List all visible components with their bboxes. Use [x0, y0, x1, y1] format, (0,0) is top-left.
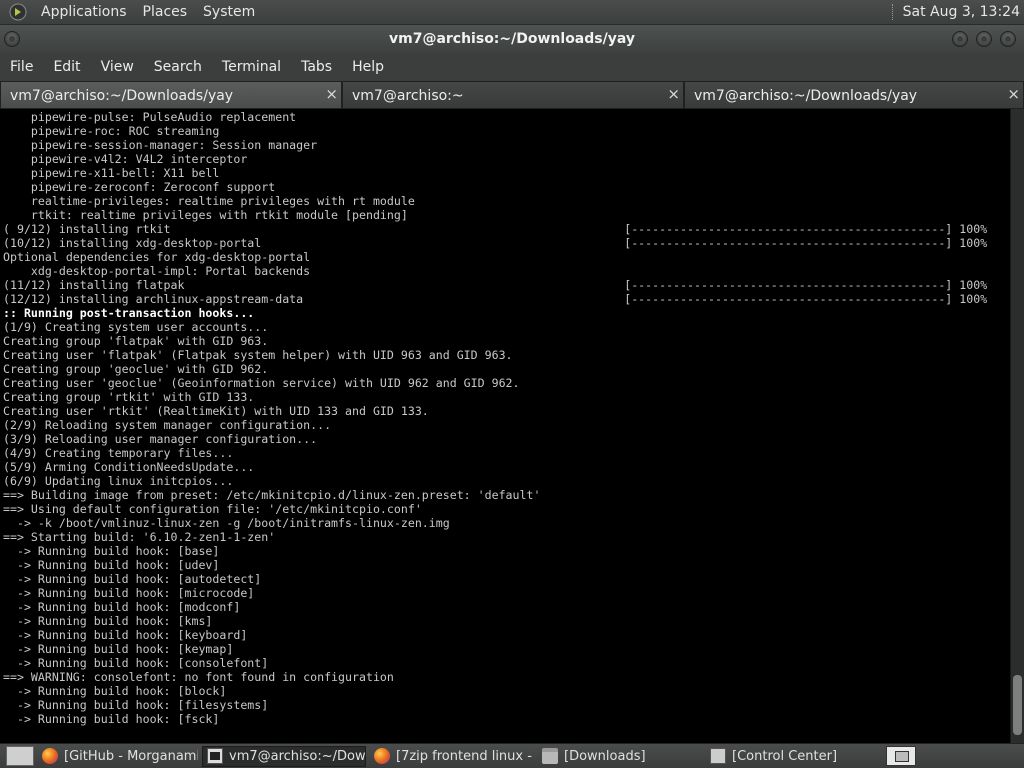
terminal-line: (2/9) Reloading system manager configura… [3, 418, 332, 432]
terminal-line: :: Running post-transaction hooks... [3, 306, 255, 320]
terminal-line: pipewire-zeroconf: Zeroconf support [3, 180, 276, 194]
terminal-line: (5/9) Arming ConditionNeedsUpdate... [3, 460, 255, 474]
terminal-line: (12/12) installing archlinux-appstream-d… [3, 292, 988, 306]
terminal-line: pipewire-x11-bell: X11 bell [3, 166, 220, 180]
terminal-line: -> Running build hook: [base] [3, 544, 220, 558]
window-titlebar[interactable]: vm7@archiso:~/Downloads/yay [0, 25, 1024, 53]
menu-file[interactable]: File [0, 59, 43, 75]
terminal-line: realtime-privileges: realtime privileges… [3, 194, 415, 208]
task-control-center[interactable]: [Control Center] [706, 746, 882, 767]
terminal-line: ==> Using default configuration file: '/… [3, 502, 422, 516]
terminal-icon [207, 748, 223, 764]
terminal-line: -> Running build hook: [keyboard] [3, 628, 248, 642]
tab-home[interactable]: vm7@archiso:~ × [342, 81, 684, 109]
minimize-button[interactable] [952, 31, 968, 47]
panel-separator [891, 4, 895, 20]
menu-terminal[interactable]: Terminal [212, 59, 291, 75]
terminal-line: Creating group 'flatpak' with GID 963. [3, 334, 269, 348]
task-downloads-folder[interactable]: [Downloads] [538, 746, 702, 767]
tab-close-icon[interactable]: × [325, 85, 338, 103]
terminal-line: -> Running build hook: [microcode] [3, 586, 255, 600]
gnome-foot-icon[interactable] [9, 3, 27, 21]
task-label: [Control Center] [732, 748, 838, 764]
task-label: [Downloads] [564, 748, 646, 764]
tab-downloads-yay-2[interactable]: vm7@archiso:~/Downloads/yay × [684, 81, 1024, 109]
show-desktop-icon[interactable] [6, 746, 34, 766]
terminal-scrollbar[interactable] [1010, 109, 1024, 743]
firefox-icon [42, 748, 58, 764]
terminal-line: Optional dependencies for xdg-desktop-po… [3, 250, 311, 264]
terminal-line: -> Running build hook: [udev] [3, 558, 220, 572]
menu-help[interactable]: Help [342, 59, 394, 75]
terminal-line: (4/9) Creating temporary files... [3, 446, 234, 460]
terminal-line: pipewire-v4l2: V4L2 interceptor [3, 152, 248, 166]
terminal-line: -> Running build hook: [filesystems] [3, 698, 269, 712]
terminal-line: ==> Building image from preset: /etc/mki… [3, 488, 541, 502]
window-title: vm7@archiso:~/Downloads/yay [388, 31, 635, 47]
task-label: [7zip frontend linux - ... [396, 748, 534, 764]
maximize-button[interactable] [976, 31, 992, 47]
system-menu[interactable]: System [195, 4, 263, 20]
task-terminal[interactable]: vm7@archiso:~/Dow... [202, 745, 366, 767]
terminal-line: rtkit: realtime privileges with rtkit mo… [3, 208, 408, 222]
terminal-line: (6/9) Updating linux initcpios... [3, 474, 234, 488]
tab-label: vm7@archiso:~/Downloads/yay [694, 88, 918, 104]
terminal-line: (1/9) Creating system user accounts... [3, 320, 269, 334]
terminal-line: -> Running build hook: [consolefont] [3, 656, 269, 670]
terminal-line: -> Running build hook: [keymap] [3, 642, 234, 656]
terminal-menubar: File Edit View Search Terminal Tabs Help [0, 53, 1024, 81]
menu-tabs[interactable]: Tabs [291, 59, 342, 75]
terminal-line: (3/9) Reloading user manager configurati… [3, 432, 318, 446]
tab-close-icon[interactable]: × [667, 85, 680, 103]
workspace-switcher-icon[interactable] [886, 746, 916, 766]
tab-label: vm7@archiso:~/Downloads/yay [10, 88, 234, 104]
control-center-icon [710, 748, 726, 764]
terminal-line: Creating group 'rtkit' with GID 133. [3, 390, 255, 404]
terminal-line: -> Running build hook: [block] [3, 684, 227, 698]
terminal-line: ==> WARNING: consolefont: no font found … [3, 670, 394, 684]
terminal-line: -> Running build hook: [autodetect] [3, 572, 262, 586]
terminal-line: xdg-desktop-portal-impl: Portal backends [3, 264, 311, 278]
terminal-line: pipewire-pulse: PulseAudio replacement [3, 110, 297, 124]
terminal-line: Creating user 'geoclue' (Geoinformation … [3, 376, 520, 390]
terminal-line: -> Running build hook: [kms] [3, 614, 213, 628]
menu-view[interactable]: View [91, 59, 144, 75]
terminal-line: Creating user 'rtkit' (RealtimeKit) with… [3, 404, 429, 418]
applications-menu[interactable]: Applications [33, 4, 135, 20]
terminal-output[interactable]: pipewire-pulse: PulseAudio replacement p… [0, 109, 1010, 743]
tab-close-icon[interactable]: × [1007, 85, 1020, 103]
menu-edit[interactable]: Edit [43, 59, 90, 75]
terminal-line: (10/12) installing xdg-desktop-portal [-… [3, 236, 988, 250]
terminal-text: pipewire-pulse: PulseAudio replacement p… [0, 109, 1010, 726]
terminal-line: pipewire-session-manager: Session manage… [3, 138, 318, 152]
task-firefox-github[interactable]: [GitHub - Morganamil... [38, 746, 198, 767]
folder-icon [542, 748, 558, 764]
terminal-line: ( 9/12) installing rtkit [--------------… [3, 222, 988, 236]
task-label: [GitHub - Morganamil... [64, 748, 198, 764]
terminal-line: -> -k /boot/vmlinuz-linux-zen -g /boot/i… [3, 516, 450, 530]
bottom-taskbar: [GitHub - Morganamil... vm7@archiso:~/Do… [0, 743, 1024, 768]
scrollbar-thumb[interactable] [1013, 675, 1022, 735]
close-button[interactable] [1000, 31, 1016, 47]
tab-label: vm7@archiso:~ [352, 88, 464, 104]
terminal-line: Creating group 'geoclue' with GID 962. [3, 362, 269, 376]
terminal-line: -> Running build hook: [fsck] [3, 712, 220, 726]
places-menu[interactable]: Places [135, 4, 196, 20]
top-panel: Applications Places System Sat Aug 3, 13… [0, 0, 1024, 25]
terminal-line: ==> Starting build: '6.10.2-zen1-1-zen' [3, 530, 276, 544]
clock[interactable]: Sat Aug 3, 13:24 [903, 4, 1024, 20]
tab-downloads-yay-1[interactable]: vm7@archiso:~/Downloads/yay × [0, 81, 342, 109]
firefox-icon [374, 748, 390, 764]
tab-bar: vm7@archiso:~/Downloads/yay × vm7@archis… [0, 81, 1024, 109]
terminal-line: pipewire-roc: ROC streaming [3, 124, 220, 138]
terminal-line: Creating user 'flatpak' (Flatpak system … [3, 348, 513, 362]
task-label: vm7@archiso:~/Dow... [229, 748, 366, 764]
task-firefox-7zip[interactable]: [7zip frontend linux - ... [370, 746, 534, 767]
terminal-line: -> Running build hook: [modconf] [3, 600, 241, 614]
terminal-line: (11/12) installing flatpak [------------… [3, 278, 988, 292]
menu-search[interactable]: Search [144, 59, 212, 75]
